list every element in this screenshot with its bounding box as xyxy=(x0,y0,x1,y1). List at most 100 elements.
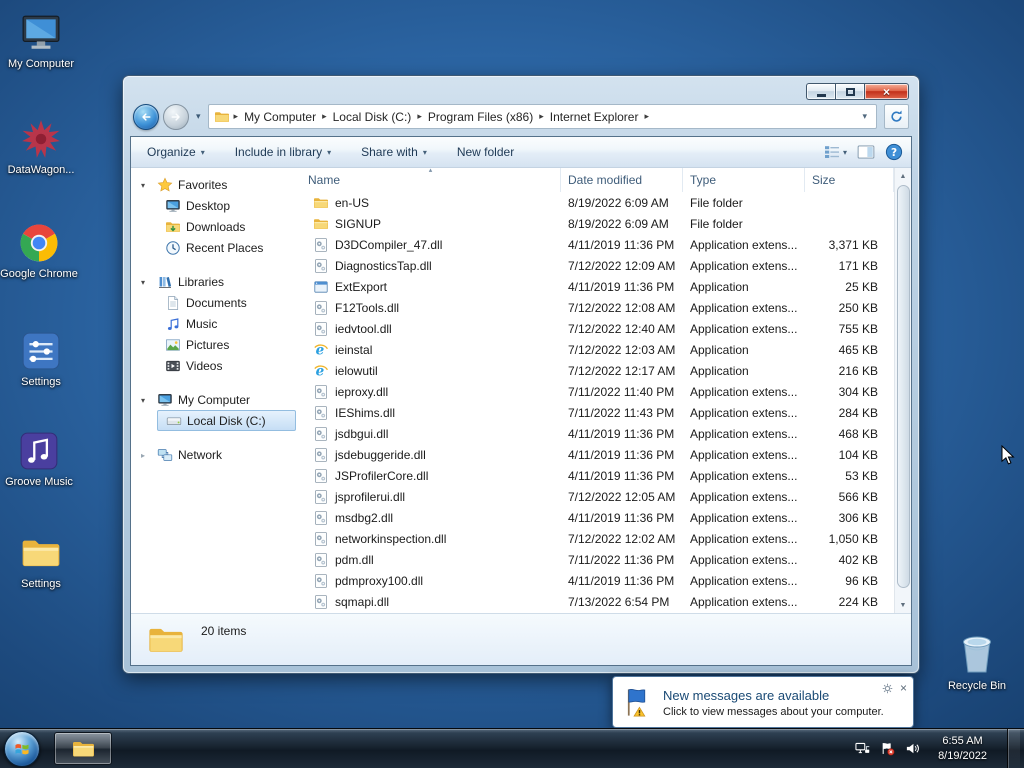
minimize-button[interactable] xyxy=(806,83,835,100)
volume-tray-icon[interactable] xyxy=(905,741,920,756)
file-row-jsdbgui-dll[interactable]: jsdbgui.dll 4/11/2019 11:36 PM Application… xyxy=(301,423,894,444)
sidebar-item-downloads[interactable]: Downloads xyxy=(131,216,301,237)
preview-pane-button[interactable] xyxy=(857,143,875,161)
music-icon xyxy=(165,316,181,332)
column-header-date-modified[interactable]: Date modified xyxy=(561,168,683,192)
desktop-icon-recycle-bin[interactable]: Recycle Bin xyxy=(938,630,1016,694)
sidebar-item-pictures[interactable]: Pictures xyxy=(131,334,301,355)
change-view-button[interactable]: ▾ xyxy=(824,144,847,160)
sidebar-item-music[interactable]: Music xyxy=(131,313,301,334)
desktop-icon-label: Settings xyxy=(21,376,61,388)
toolbar-share-with[interactable]: Share with ▾ xyxy=(353,141,435,163)
clock-time: 6:55 AM xyxy=(942,734,983,747)
forward-button[interactable] xyxy=(163,103,189,130)
desktop-icon-google-chrome[interactable]: Google Chrome xyxy=(0,222,78,282)
file-row-jsprofilerui-dll[interactable]: jsprofilerui.dll 7/12/2022 12:05 AM Applic… xyxy=(301,486,894,507)
start-button[interactable] xyxy=(4,730,40,767)
file-row-sqmapi-dll[interactable]: sqmapi.dll 7/13/2022 6:54 PM Application e… xyxy=(301,591,894,612)
network-tray-icon[interactable] xyxy=(855,741,870,756)
breadcrumb-item-my-computer[interactable]: My Computer xyxy=(239,110,321,124)
file-row-f12tools-dll[interactable]: F12Tools.dll 7/12/2022 12:08 AM Applicatio… xyxy=(301,297,894,318)
column-header-name[interactable]: Name ▴ xyxy=(301,168,561,192)
column-header-type[interactable]: Type xyxy=(683,168,805,192)
maximize-icon xyxy=(845,87,855,96)
close-button[interactable]: × xyxy=(864,83,909,100)
expanded-twisty-icon[interactable]: ▾ xyxy=(141,181,152,190)
sidebar-item-documents[interactable]: Documents xyxy=(131,292,301,313)
breadcrumb-item-program-files-x86[interactable]: Program Files (x86) xyxy=(423,110,538,124)
action-center-tray-icon[interactable] xyxy=(880,741,895,756)
taskbar-clock[interactable]: 6:55 AM 8/19/2022 xyxy=(938,734,987,764)
file-row-networkinspection-dll[interactable]: networkinspection.dll 7/12/2022 12:02 AM A… xyxy=(301,528,894,549)
file-row-diagnosticstap-dll[interactable]: DiagnosticsTap.dll 7/12/2022 12:09 AM Appl… xyxy=(301,255,894,276)
file-row-pdm-dll[interactable]: pdm.dll 7/11/2022 11:36 PM Application ext… xyxy=(301,549,894,570)
address-bar[interactable]: ▸ My Computer ▸ Local Disk (C:) ▸ Program Fi… xyxy=(207,104,877,129)
show-desktop-button[interactable] xyxy=(1007,728,1020,768)
back-button[interactable] xyxy=(133,103,159,130)
sidebar-item-local-disk-c[interactable]: Local Disk (C:) xyxy=(157,410,296,431)
refresh-button[interactable] xyxy=(884,104,909,129)
sidebar-item-videos[interactable]: Videos xyxy=(131,355,301,376)
recent-pages-dropdown-icon[interactable]: ▾ xyxy=(193,111,204,122)
file-pane: Name ▴ Date modified Type Size en-US 8/19/202… xyxy=(301,168,894,613)
file-row-ielowutil[interactable]: e ielowutil 7/12/2022 12:17 AM Application 2… xyxy=(301,360,894,381)
expanded-twisty-icon[interactable]: ▾ xyxy=(141,396,152,405)
desktop: My Computer DataWagon... Google Chrome S… xyxy=(0,0,1024,768)
file-row-msdbg2-dll[interactable]: msdbg2.dll 4/11/2019 11:36 PM Application … xyxy=(301,507,894,528)
sidebar-section-libraries[interactable]: ▾ Libraries xyxy=(131,272,301,292)
desktop-icon-label: Recycle Bin xyxy=(947,680,1007,692)
sidebar-section-favorites[interactable]: ▾ Favorites xyxy=(131,175,301,195)
column-header-size[interactable]: Size xyxy=(805,168,894,192)
dll-icon xyxy=(313,447,329,463)
breadcrumb-item-local-disk-c[interactable]: Local Disk (C:) xyxy=(328,110,417,124)
notification-settings-icon[interactable] xyxy=(882,683,893,694)
file-row-iedvtool-dll[interactable]: iedvtool.dll 7/12/2022 12:40 AM Applicatio… xyxy=(301,318,894,339)
breadcrumb-item-internet-explorer[interactable]: Internet Explorer xyxy=(545,110,644,124)
file-row-en-us[interactable]: en-US 8/19/2022 6:09 AM File folder xyxy=(301,192,894,213)
desktop-icon-label: DataWagon... xyxy=(7,164,75,176)
desktop-icon-my-computer[interactable]: My Computer xyxy=(2,12,80,72)
file-row-extexport[interactable]: ExtExport 4/11/2019 11:36 PM Application 25… xyxy=(301,276,894,297)
toolbar-organize[interactable]: Organize ▾ xyxy=(139,141,213,163)
desktop-icon-label: Google Chrome xyxy=(0,268,78,280)
sidebar-item-desktop[interactable]: Desktop xyxy=(131,195,301,216)
file-row-signup[interactable]: SIGNUP 8/19/2022 6:09 AM File folder xyxy=(301,213,894,234)
notification-toast[interactable]: New messages are available Click to view… xyxy=(612,676,914,728)
file-row-d3dcompiler-47-dll[interactable]: D3DCompiler_47.dll 4/11/2019 11:36 PM Appl… xyxy=(301,234,894,255)
address-history-dropdown-icon[interactable]: ▾ xyxy=(855,111,874,122)
file-row-jsdebuggeride-dll[interactable]: jsdebuggeride.dll 4/11/2019 11:36 PM Appli… xyxy=(301,444,894,465)
collapsed-twisty-icon[interactable]: ▸ xyxy=(141,451,152,460)
file-row-pdmproxy100-dll[interactable]: pdmproxy100.dll 4/11/2019 11:36 PM Applica… xyxy=(301,570,894,591)
desktop-icon-settings[interactable]: Settings xyxy=(2,330,80,390)
ie-icon: e xyxy=(313,342,329,358)
sidebar-section-my-computer[interactable]: ▾ My Computer xyxy=(131,390,301,410)
file-row-ieinstal[interactable]: e ieinstal 7/12/2022 12:03 AM Application 46… xyxy=(301,339,894,360)
settings-app-icon xyxy=(20,330,62,372)
maximize-button[interactable] xyxy=(835,83,864,100)
sidebar-item-recent-places[interactable]: Recent Places xyxy=(131,237,301,258)
toolbar-new-folder[interactable]: New folder xyxy=(449,141,522,163)
file-row-ieshims-dll[interactable]: IEShims.dll 7/11/2022 11:43 PM Application… xyxy=(301,402,894,423)
pictures-icon xyxy=(165,337,181,353)
help-button[interactable]: ? xyxy=(885,143,903,161)
title-bar[interactable]: × xyxy=(123,76,919,102)
column-headers: Name ▴ Date modified Type Size xyxy=(301,168,894,192)
notification-close-icon[interactable]: × xyxy=(900,682,907,694)
vertical-scrollbar[interactable]: ▲ ▼ xyxy=(894,168,911,613)
toolbar-include-in-library[interactable]: Include in library ▾ xyxy=(227,141,339,163)
desktop-icon-settings-folder[interactable]: Settings xyxy=(2,532,80,592)
scroll-thumb[interactable] xyxy=(896,185,910,588)
scroll-down-icon[interactable]: ▼ xyxy=(895,597,911,613)
sidebar-section-network[interactable]: ▸ Network xyxy=(131,445,301,465)
file-row-jsprofilercore-dll[interactable]: JSProfilerCore.dll 4/11/2019 11:36 PM Appl… xyxy=(301,465,894,486)
sort-ascending-icon: ▴ xyxy=(428,168,433,174)
file-row-ieproxy-dll[interactable]: ieproxy.dll 7/11/2022 11:40 PM Application… xyxy=(301,381,894,402)
taskbar-explorer-button[interactable] xyxy=(54,732,112,765)
breadcrumb-separator-icon[interactable]: ▸ xyxy=(643,111,650,122)
dll-icon xyxy=(313,405,329,421)
expanded-twisty-icon[interactable]: ▾ xyxy=(141,278,152,287)
dll-icon xyxy=(313,468,329,484)
scroll-up-icon[interactable]: ▲ xyxy=(895,168,911,184)
desktop-icon-datawagon[interactable]: DataWagon... xyxy=(2,118,80,178)
desktop-icon-groove-music[interactable]: Groove Music xyxy=(0,430,78,490)
